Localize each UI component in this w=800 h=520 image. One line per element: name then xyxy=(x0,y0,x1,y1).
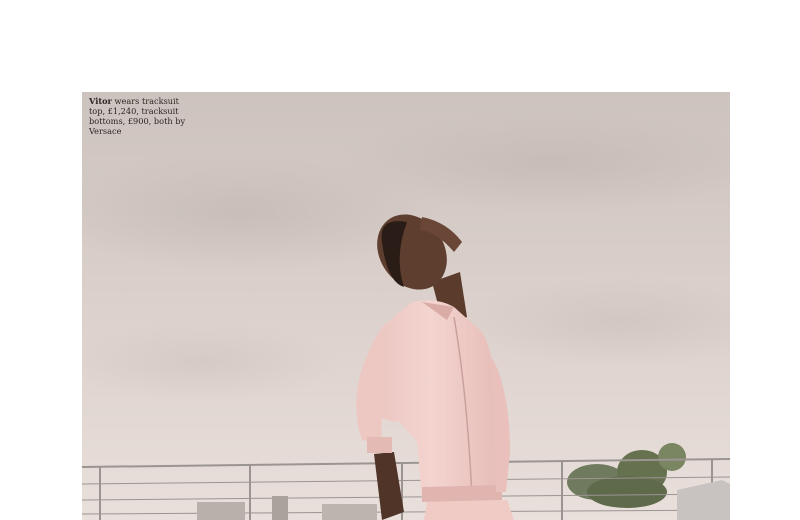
caption-model-name: Vitor xyxy=(89,96,112,106)
fashion-photo xyxy=(82,92,730,520)
magazine-page: Vitor wears tracksuit top, £1,240, track… xyxy=(0,0,800,520)
photo-caption: Vitor wears tracksuit top, £1,240, track… xyxy=(89,96,189,136)
photo-illustration xyxy=(82,92,730,520)
